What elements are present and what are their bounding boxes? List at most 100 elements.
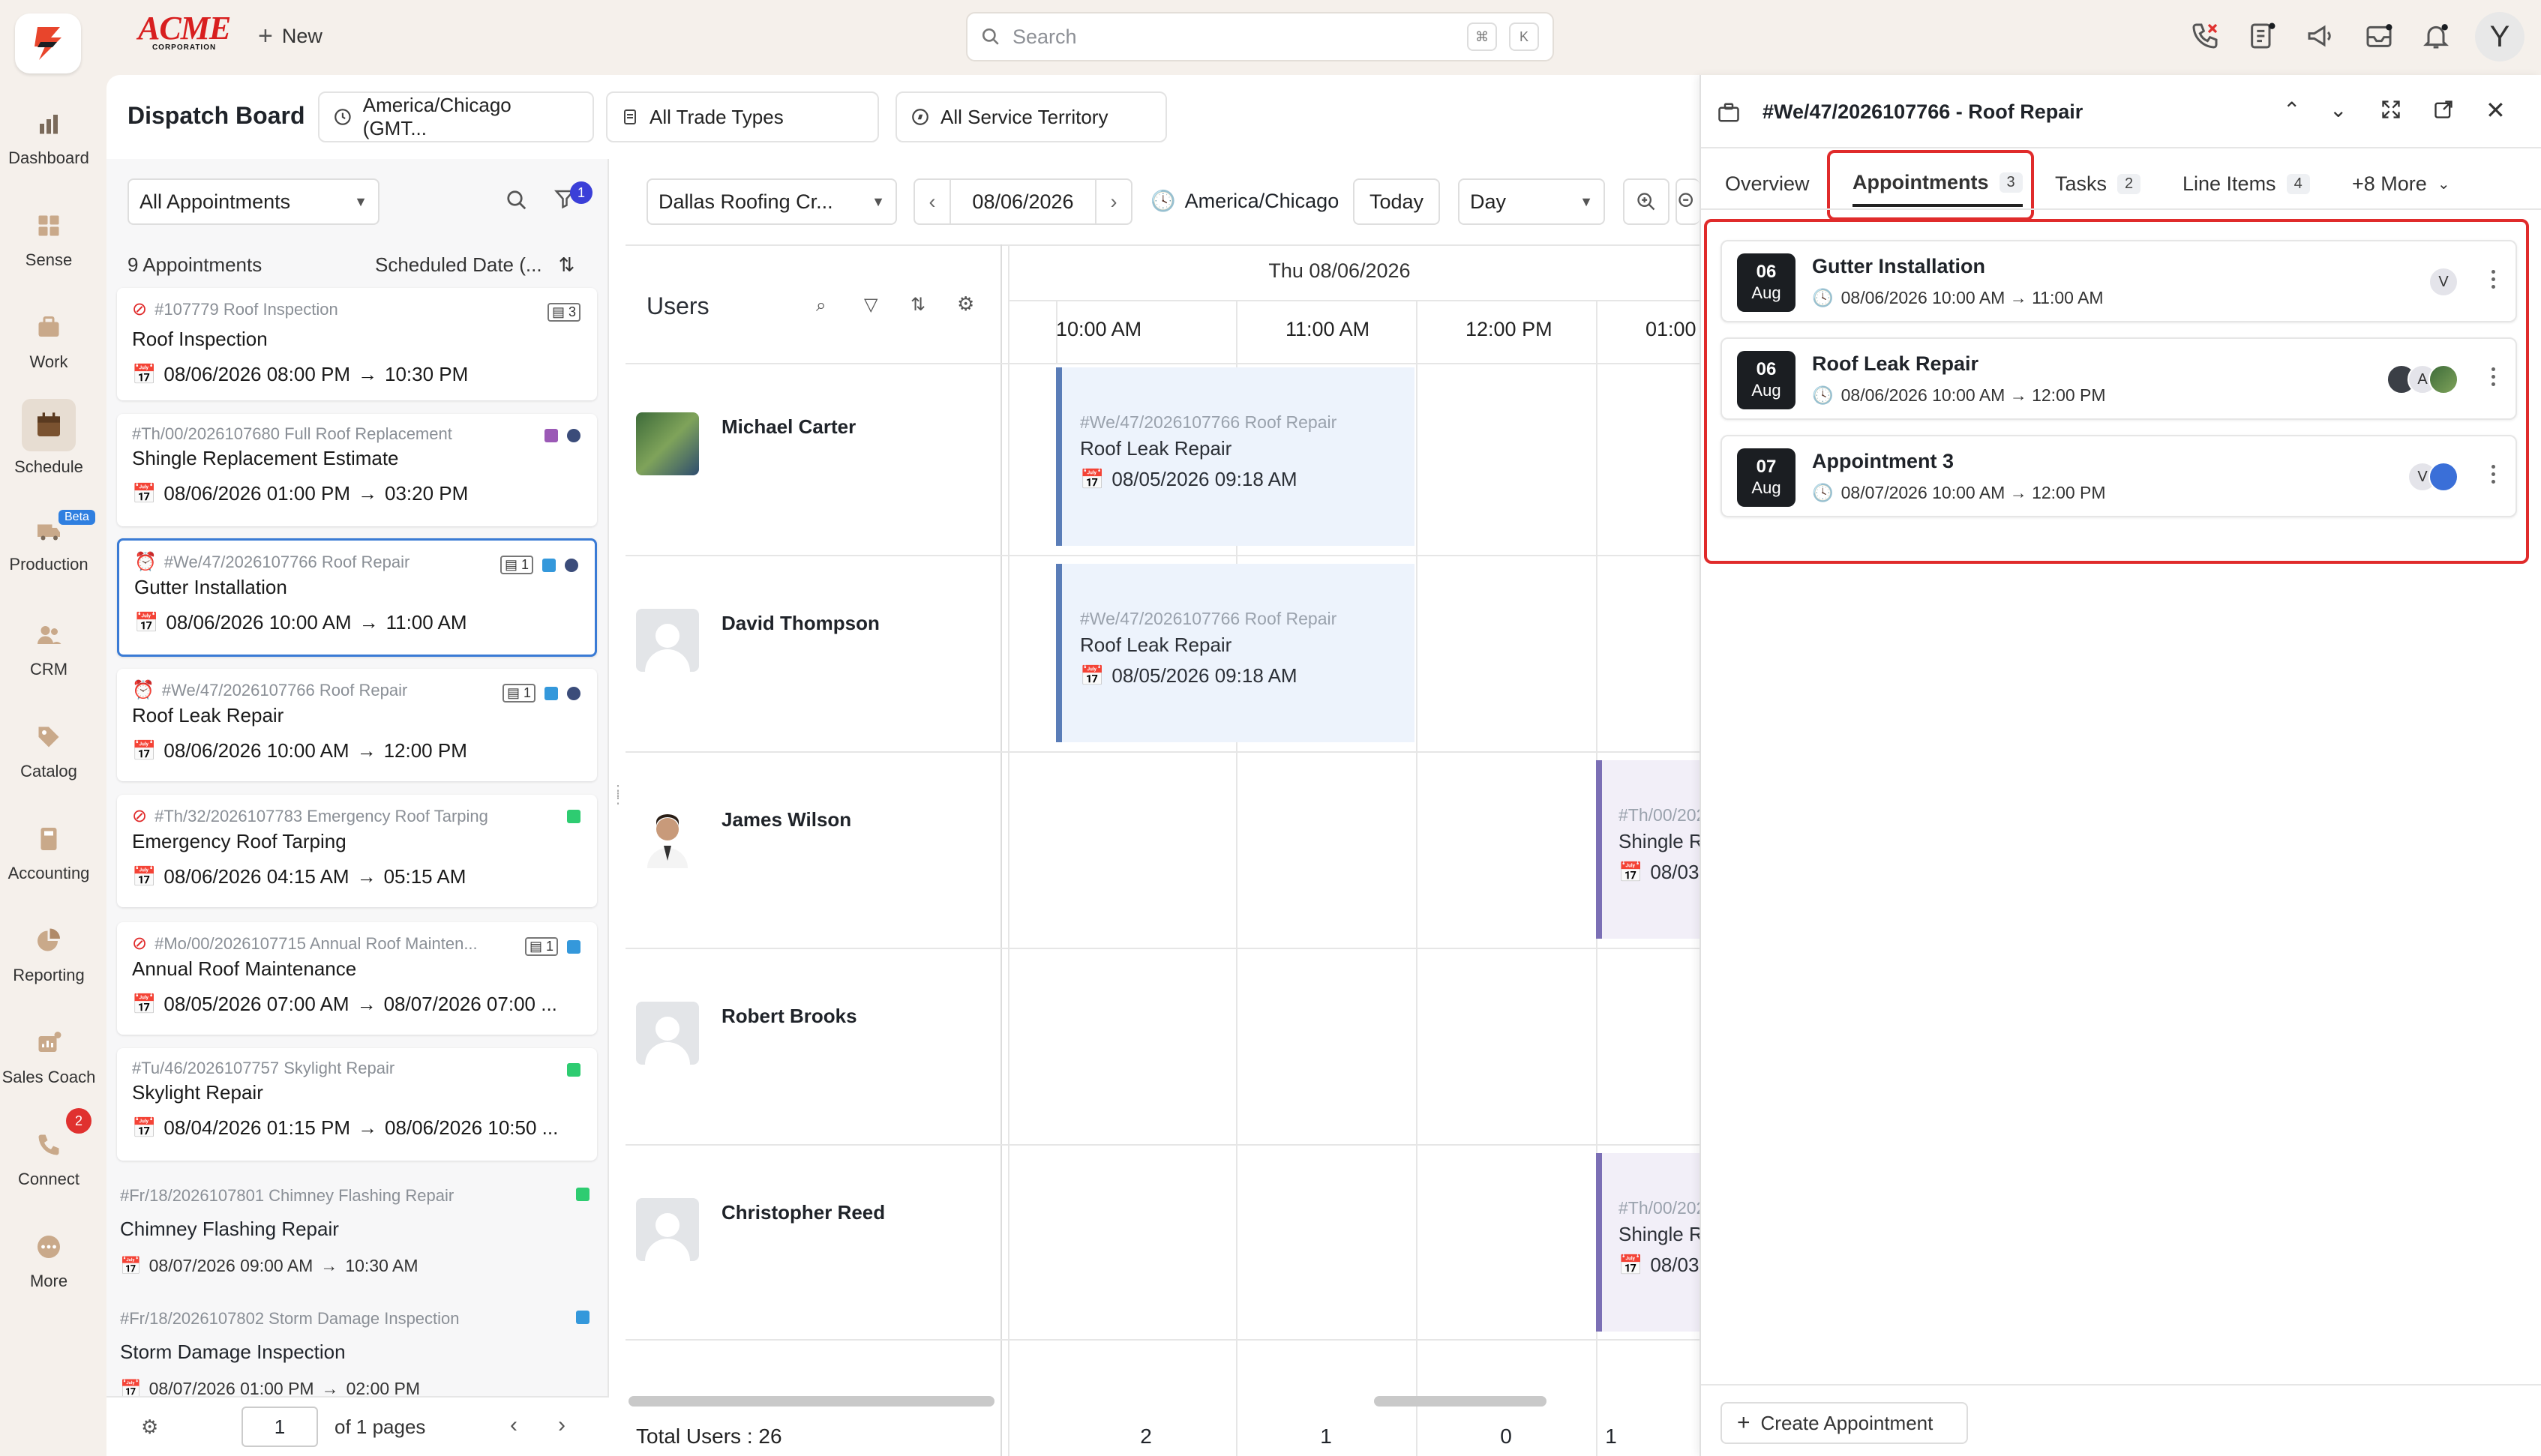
nav-production[interactable]: Beta Production bbox=[0, 510, 98, 574]
trade-type-select[interactable]: All Trade Types bbox=[606, 91, 879, 142]
user-row[interactable]: James Wilson bbox=[636, 805, 851, 868]
tab-more[interactable]: +8 More ⌄ bbox=[2352, 160, 2450, 207]
users-scrollbar[interactable] bbox=[628, 1396, 994, 1407]
nav-accounting[interactable]: Accounting bbox=[0, 820, 98, 883]
megaphone-icon[interactable] bbox=[2301, 16, 2340, 55]
view-select[interactable]: Day ▼ bbox=[1458, 178, 1605, 225]
doc-count: 1 bbox=[520, 557, 529, 572]
tab-line-items[interactable]: Line Items 4 bbox=[2182, 160, 2310, 207]
tab-count: 3 bbox=[1999, 172, 2023, 193]
chevron-up-icon[interactable]: ⌃ bbox=[2283, 97, 2300, 122]
user-row[interactable]: Christopher Reed bbox=[636, 1198, 885, 1261]
notes-icon[interactable] bbox=[2242, 16, 2282, 55]
kebab-menu-icon[interactable] bbox=[2492, 465, 2496, 484]
nav-connect[interactable]: 2 Connect bbox=[0, 1108, 98, 1189]
nav-sense[interactable]: Sense bbox=[0, 207, 98, 270]
tab-appointments[interactable]: Appointments 3 bbox=[1852, 160, 2023, 207]
users-sort-icon[interactable]: ⇅ bbox=[910, 294, 926, 316]
zoom-out-icon[interactable] bbox=[1676, 178, 1700, 225]
search-input[interactable] bbox=[1012, 25, 1449, 49]
kebab-menu-icon[interactable] bbox=[2492, 270, 2496, 289]
sense-icon bbox=[30, 207, 68, 244]
prev-page-icon[interactable]: ‹ bbox=[510, 1413, 518, 1438]
users-search-icon[interactable]: ⌕ bbox=[816, 295, 826, 316]
external-link-icon[interactable] bbox=[2433, 99, 2454, 120]
page-input[interactable]: 1 bbox=[242, 1407, 318, 1447]
sort-control[interactable]: Scheduled Date (... ⇅ bbox=[375, 253, 574, 277]
settings-gear-icon[interactable]: ⚙ bbox=[141, 1416, 158, 1439]
list-item[interactable]: ⊘ #Th/32/2026107783 Emergency Roof Tarpin… bbox=[117, 795, 597, 907]
users-settings-icon[interactable]: ⚙ bbox=[957, 292, 974, 316]
card-start: 08/06/2026 10:00 AM bbox=[164, 739, 350, 762]
next-page-icon[interactable]: › bbox=[558, 1413, 566, 1438]
list-item[interactable]: #Th/00/2026107680 Full Roof Replacement … bbox=[117, 414, 597, 526]
nav-catalog[interactable]: Catalog bbox=[0, 718, 98, 781]
nav-label: More bbox=[29, 1272, 68, 1290]
appointment-card[interactable]: 07 Aug Appointment 3 🕓 08/07/2026 10:00 AM… bbox=[1720, 435, 2517, 517]
list-item[interactable]: #Tu/46/2026107757 Skylight Repair Skylig… bbox=[117, 1048, 597, 1161]
phone-missed-icon[interactable] bbox=[2186, 16, 2224, 55]
new-button[interactable]: + New bbox=[258, 19, 322, 52]
list-item[interactable]: #Fr/18/2026107801 Chimney Flashing Repai… bbox=[120, 1183, 600, 1294]
divider bbox=[1701, 208, 2541, 210]
date-picker[interactable]: ‹ 08/06/2026 › bbox=[914, 178, 1132, 225]
resize-handle[interactable]: ⋮ ⋮ bbox=[610, 783, 626, 832]
bell-icon[interactable] bbox=[2416, 16, 2456, 55]
schedule-event[interactable]: #We/47/2026107766 Roof Repair Roof Leak … bbox=[1056, 367, 1414, 546]
close-icon[interactable]: ✕ bbox=[2486, 96, 2506, 124]
create-appointment-button[interactable]: + Create Appointment bbox=[1720, 1402, 1968, 1444]
appointment-time: 08/07/2026 10:00 AM → 12:00 PM bbox=[1840, 483, 2106, 502]
no-location-icon: ⊘ bbox=[132, 933, 148, 954]
status-dot bbox=[567, 686, 580, 700]
nav-reporting[interactable]: Reporting bbox=[0, 922, 98, 985]
list-item[interactable]: ⊘ #107779 Roof Inspection Roof Inspection… bbox=[117, 288, 597, 400]
list-search-icon[interactable] bbox=[506, 189, 528, 211]
crew-select[interactable]: Dallas Roofing Cr... ▼ bbox=[646, 178, 897, 225]
list-item[interactable]: ⊘ #Mo/00/2026107715 Annual Roof Mainten..… bbox=[117, 922, 597, 1035]
appointment-card[interactable]: 06 Aug Roof Leak Repair 🕓 08/06/2026 10:00… bbox=[1720, 337, 2517, 420]
zoom-in-icon[interactable] bbox=[1623, 178, 1670, 225]
nav-schedule[interactable]: Schedule bbox=[0, 399, 98, 477]
user-name: David Thompson bbox=[722, 612, 880, 634]
event-ref: #Th/00/2026 bbox=[1618, 1198, 1700, 1218]
user-name: Michael Carter bbox=[722, 415, 856, 438]
nav-work[interactable]: Work bbox=[0, 309, 98, 372]
plus-icon: + bbox=[1737, 1410, 1750, 1435]
expand-icon[interactable] bbox=[2380, 99, 2402, 120]
timezone-select[interactable]: America/Chicago (GMT... bbox=[318, 91, 594, 142]
kebab-menu-icon[interactable] bbox=[2492, 367, 2496, 386]
prev-date-icon[interactable]: ‹ bbox=[915, 180, 951, 223]
nav-crm[interactable]: CRM bbox=[0, 616, 98, 679]
app-logo-icon[interactable] bbox=[15, 13, 81, 73]
users-filter-icon[interactable]: ▽ bbox=[864, 294, 878, 316]
timeline-scrollbar[interactable] bbox=[1374, 1396, 1546, 1407]
list-item-selected[interactable]: ⏰ #We/47/2026107766 Roof Repair Gutter In… bbox=[117, 538, 597, 657]
tab-overview[interactable]: Overview bbox=[1725, 160, 1810, 207]
user-avatar[interactable]: Y bbox=[2475, 12, 2524, 61]
list-item[interactable]: #Fr/18/2026107802 Storm Damage Inspectio… bbox=[120, 1306, 600, 1396]
user-row[interactable]: Michael Carter bbox=[636, 412, 856, 475]
today-button[interactable]: Today bbox=[1353, 178, 1440, 225]
list-item[interactable]: ⏰ #We/47/2026107766 Roof Repair Roof Leak… bbox=[117, 669, 597, 781]
card-end: 12:00 PM bbox=[383, 739, 467, 762]
nav-dashboard[interactable]: Dashboard bbox=[0, 105, 98, 168]
tab-tasks[interactable]: Tasks 2 bbox=[2055, 160, 2141, 207]
schedule-event[interactable]: #Th/00/2026 Shingle R 📅 08/03 bbox=[1596, 760, 1700, 939]
day-header: Thu 08/06/2026 bbox=[1268, 259, 1411, 282]
territory-select[interactable]: All Service Territory bbox=[896, 91, 1167, 142]
nav-more[interactable]: More bbox=[0, 1228, 98, 1291]
appointments-filter-select[interactable]: All Appointments ▼ bbox=[128, 178, 380, 225]
inbox-icon[interactable] bbox=[2360, 16, 2398, 55]
next-date-icon[interactable]: › bbox=[1095, 180, 1131, 223]
user-row[interactable]: David Thompson bbox=[636, 609, 880, 672]
page-total: of 1 pages bbox=[334, 1416, 426, 1438]
nav-sales-coach[interactable]: Sales Coach bbox=[0, 1024, 98, 1087]
schedule-event[interactable]: #We/47/2026107766 Roof Repair Roof Leak … bbox=[1056, 564, 1414, 742]
appointment-title: Appointment 3 bbox=[1812, 450, 1954, 472]
appointment-card[interactable]: 06 Aug Gutter Installation 🕓 08/06/2026 10… bbox=[1720, 240, 2517, 322]
search-bar[interactable]: ⌘ K bbox=[966, 12, 1554, 61]
appointment-time: 08/06/2026 10:00 AM → 12:00 PM bbox=[1840, 385, 2106, 405]
chevron-down-icon[interactable]: ⌄ bbox=[2330, 97, 2347, 122]
user-row[interactable]: Robert Brooks bbox=[636, 1002, 857, 1065]
schedule-event[interactable]: #Th/00/2026 Shingle R 📅 08/03 bbox=[1596, 1153, 1700, 1332]
